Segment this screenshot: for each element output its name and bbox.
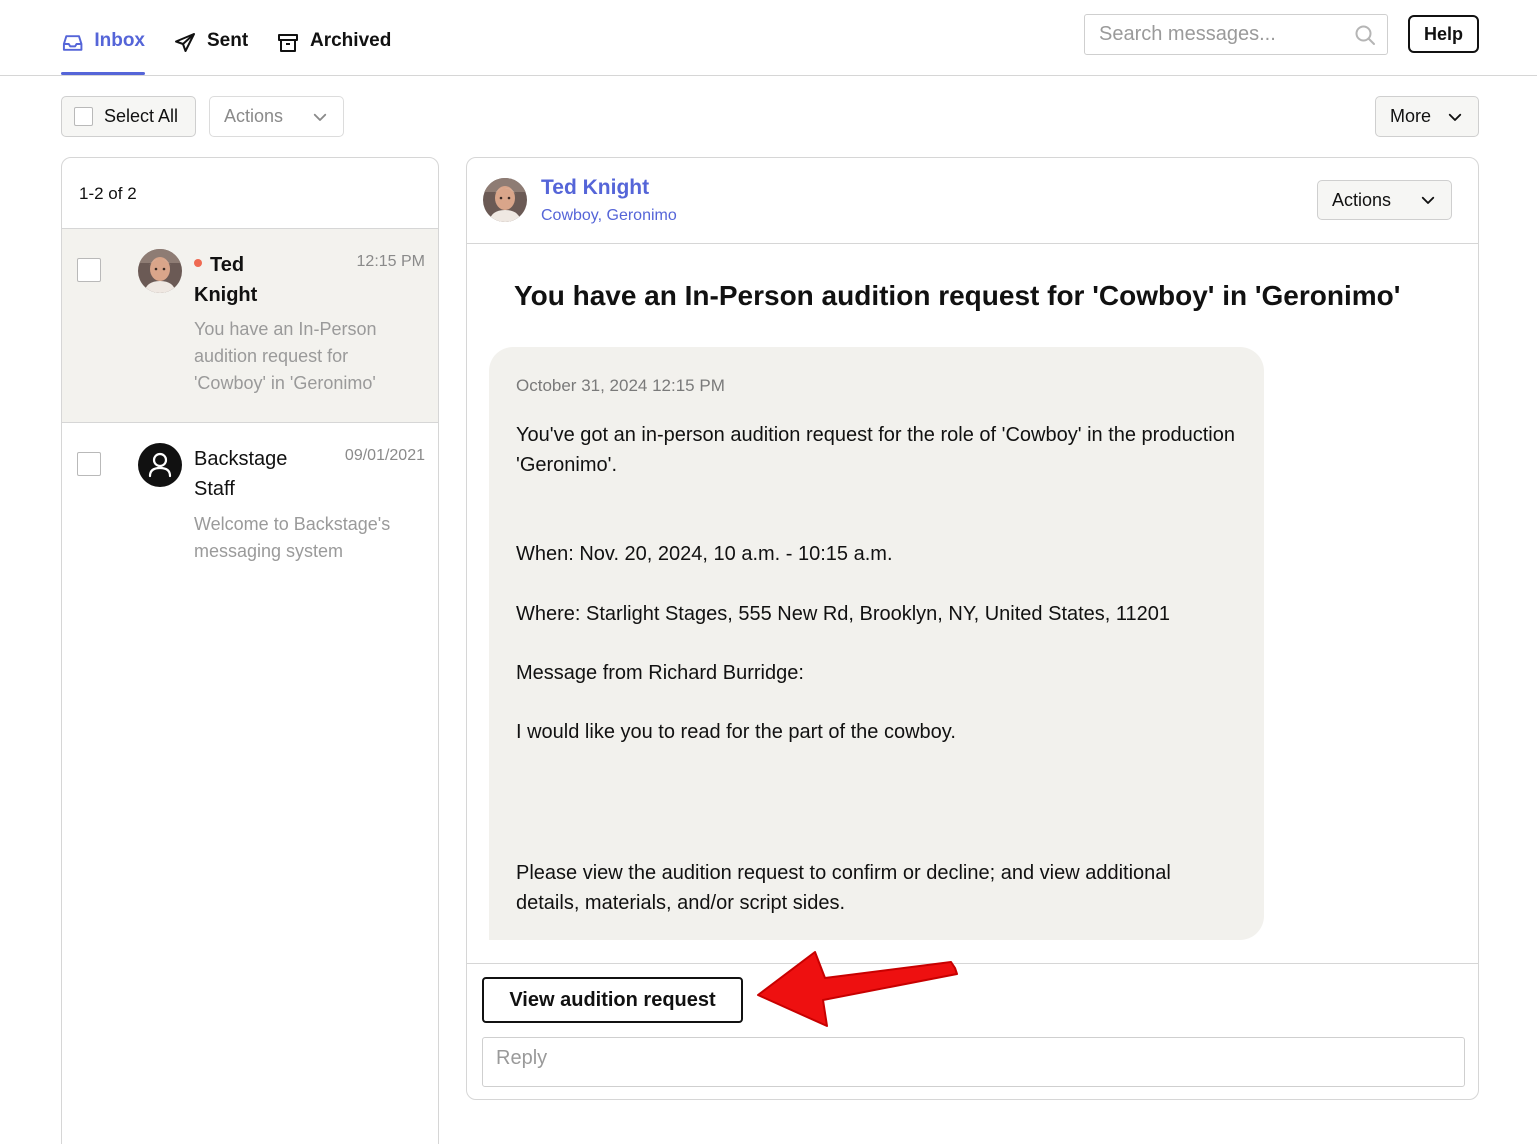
search-box xyxy=(1084,14,1388,55)
sender-name-link[interactable]: Ted Knight xyxy=(541,176,649,200)
message-preview: You have an In-Person audition request f… xyxy=(194,319,377,393)
list-item[interactable]: Backstage Staff 09/01/2021 Welcome to Bac… xyxy=(62,423,438,583)
message-date: October 31, 2024 12:15 PM xyxy=(516,376,725,395)
actions-label: Actions xyxy=(224,106,284,126)
tab-sent[interactable]: Sent xyxy=(173,30,248,74)
message-bubble: October 31, 2024 12:15 PM You've got an … xyxy=(489,347,1264,940)
view-audition-request-button[interactable]: View audition request xyxy=(482,977,743,1023)
message-time: 09/01/2021 xyxy=(344,447,425,464)
select-all-checkbox[interactable] xyxy=(74,107,93,126)
message-detail: Ted Knight Cowboy, Geronimo Actions You … xyxy=(466,157,1479,1100)
divider xyxy=(467,963,1478,964)
avatar xyxy=(138,443,182,487)
more-dropdown[interactable]: More xyxy=(1375,96,1479,137)
reply-box xyxy=(482,1037,1465,1087)
message-when: When: Nov. 20, 2024, 10 a.m. - 10:15 a.m… xyxy=(516,543,893,565)
tab-label: Sent xyxy=(207,30,249,51)
message-actions-dropdown[interactable]: Actions xyxy=(1317,180,1452,220)
inbox-icon xyxy=(62,35,83,51)
tab-inbox[interactable]: Inbox xyxy=(61,30,145,75)
unread-indicator xyxy=(194,258,202,267)
message-list: 1-2 of 2 Ted Knight 12:15 PM You have an … xyxy=(61,157,439,1144)
select-all-label: Select All xyxy=(104,106,179,126)
select-all-button[interactable]: Select All xyxy=(61,96,196,137)
sender-name: Backstage Staff xyxy=(194,448,288,500)
sender-name: Ted Knight xyxy=(194,254,258,306)
avatar xyxy=(483,178,527,222)
top-navigation: Inbox Sent Archived Help xyxy=(0,0,1537,76)
message-where: Where: Starlight Stages, 555 New Rd, Bro… xyxy=(516,603,1171,625)
archive-box-icon xyxy=(278,34,298,52)
tab-label: Inbox xyxy=(94,30,145,51)
user-icon xyxy=(148,452,172,478)
search-icon[interactable] xyxy=(1353,23,1377,47)
message-checkbox[interactable] xyxy=(77,452,101,476)
annotation-arrow-icon xyxy=(757,951,958,1027)
chevron-down-icon xyxy=(1448,113,1462,121)
message-intro: You've got an in-person audition request… xyxy=(516,424,1235,476)
message-header: Ted Knight Cowboy, Geronimo Actions xyxy=(467,158,1478,244)
message-closing: Please view the audition request to conf… xyxy=(516,862,1171,914)
avatar xyxy=(138,249,182,293)
message-from: Message from Richard Burridge: xyxy=(516,662,804,684)
message-preview: Welcome to Backstage's messaging system xyxy=(194,514,391,561)
reply-input[interactable] xyxy=(483,1038,1464,1086)
message-checkbox[interactable] xyxy=(77,258,101,282)
help-button[interactable]: Help xyxy=(1408,15,1479,53)
search-input[interactable] xyxy=(1085,15,1335,54)
tab-label: Archived xyxy=(310,30,392,51)
chevron-down-icon xyxy=(313,113,327,121)
message-time: 12:15 PM xyxy=(356,253,425,270)
list-item[interactable]: Ted Knight 12:15 PM You have an In-Person… xyxy=(62,229,438,423)
message-subject: You have an In-Person audition request f… xyxy=(514,280,1401,311)
paper-plane-icon xyxy=(175,33,195,52)
bulk-actions-dropdown[interactable]: Actions xyxy=(209,96,344,137)
actions-label: Actions xyxy=(1332,189,1392,210)
chevron-down-icon xyxy=(1421,196,1435,204)
message-note: I would like you to read for the part of… xyxy=(516,721,956,743)
tab-archived[interactable]: Archived xyxy=(276,30,391,74)
list-count: 1-2 of 2 xyxy=(62,158,438,229)
sender-subtitle: Cowboy, Geronimo xyxy=(541,207,677,224)
more-label: More xyxy=(1390,106,1432,126)
